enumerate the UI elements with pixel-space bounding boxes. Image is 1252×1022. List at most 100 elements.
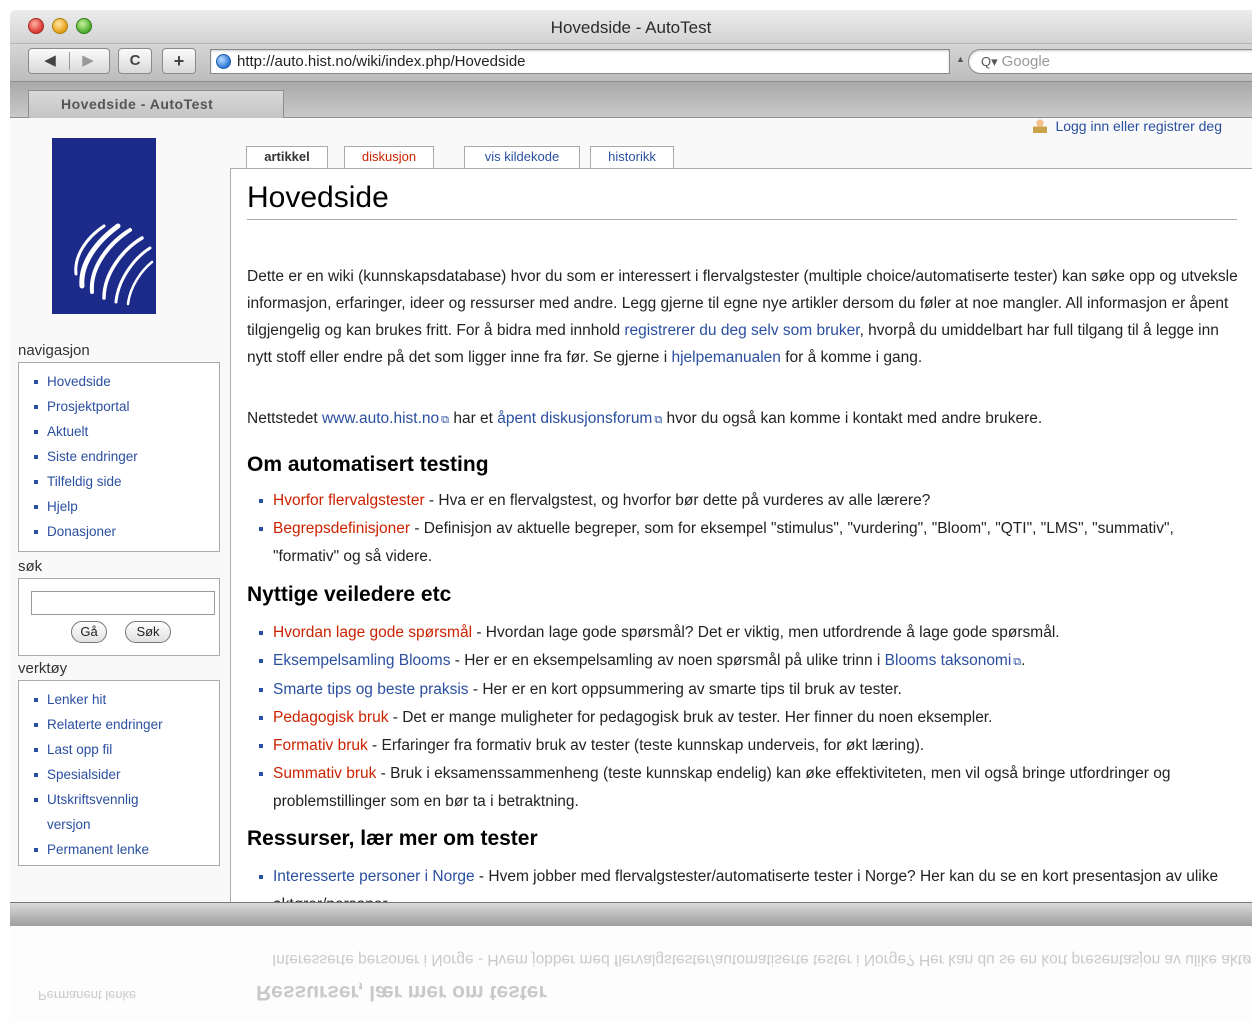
back-button[interactable]: ◀ bbox=[31, 49, 69, 73]
reflection-link: Interesserte personer i Norge bbox=[272, 951, 474, 968]
nav-heading: navigasjon bbox=[18, 342, 90, 359]
article-link[interactable]: Hvordan lage gode spørsmål bbox=[273, 624, 472, 641]
site-paragraph: Nettstedet www.auto.hist.no ⧉ har et åpen… bbox=[247, 405, 1247, 434]
list-item: Formativ bruk - Erfaringer fra formativ … bbox=[247, 732, 1237, 760]
wiki-page: Logg inn eller registrer deg navigasjon … bbox=[10, 118, 1252, 902]
tools-heading: verktøy bbox=[18, 660, 68, 677]
section2-list: Hvordan lage gode spørsmål - Hvordan lag… bbox=[247, 619, 1237, 816]
tab-strip: Hovedside - AutoTest bbox=[10, 82, 1252, 118]
address-bar[interactable]: http://auto.hist.no/wiki/index.php/Hoved… bbox=[210, 49, 950, 74]
article-link[interactable]: Pedagogisk bruk bbox=[273, 709, 388, 726]
nav-item-siste-endringer[interactable]: Siste endringer bbox=[33, 444, 219, 469]
window-title: Hovedside - AutoTest bbox=[550, 18, 712, 37]
search-button[interactable]: Søk bbox=[125, 621, 171, 643]
nav-item-hovedside[interactable]: Hovedside bbox=[33, 369, 219, 394]
help-manual-link[interactable]: hjelpemanualen bbox=[671, 349, 780, 366]
nav-portlet: Hovedside Prosjektportal Aktuelt Siste e… bbox=[18, 362, 220, 552]
external-link-icon: ⧉ bbox=[441, 414, 450, 426]
tools-item-utskriftsvennlig[interactable]: Utskriftsvennlig versjon bbox=[33, 787, 153, 837]
search-field[interactable]: Q▾ Google bbox=[968, 49, 1252, 74]
search-placeholder: Google bbox=[1001, 53, 1051, 70]
tab-article[interactable]: artikkel bbox=[246, 146, 328, 168]
address-bar-url: http://auto.hist.no/wiki/index.php/Hoved… bbox=[237, 53, 526, 70]
nav-item-donasjoner[interactable]: Donasjoner bbox=[33, 519, 219, 544]
tools-portlet: Lenker hit Relaterte endringer Last opp … bbox=[18, 680, 220, 866]
article-link[interactable]: Smarte tips og beste praksis bbox=[273, 681, 469, 698]
article-link[interactable]: Begrepsdefinisjoner bbox=[273, 520, 410, 537]
window-bottom-edge bbox=[10, 902, 1252, 926]
nav-item-hjelp[interactable]: Hjelp bbox=[33, 494, 219, 519]
list-item-text: - Her er en eksempelsamling av noen spør… bbox=[450, 652, 885, 669]
tab-view-source[interactable]: vis kildekode bbox=[464, 146, 580, 168]
page-title: Hovedside bbox=[247, 181, 1237, 220]
external-link-icon: ⧉ bbox=[1013, 656, 1022, 668]
globe-icon bbox=[216, 54, 231, 69]
list-item: Hvorfor flervalgstester - Hva er en fler… bbox=[247, 487, 1237, 515]
tab-history[interactable]: historikk bbox=[590, 146, 674, 168]
nav-item-prosjektportal[interactable]: Prosjektportal bbox=[33, 394, 219, 419]
article-link[interactable]: Formativ bruk bbox=[273, 737, 368, 754]
search-heading: søk bbox=[18, 558, 43, 575]
section3-list: Interesserte personer i Norge - Hvem job… bbox=[247, 863, 1237, 902]
reload-button[interactable]: C bbox=[118, 48, 152, 74]
list-item-text: - Hvordan lage gode spørsmål? Det er vik… bbox=[472, 624, 1060, 641]
browser-toolbar: ◀ ▶ C + http://auto.hist.no/wiki/index.ph… bbox=[10, 44, 1252, 82]
list-item-text: - Det er mange muligheter for pedagogisk… bbox=[388, 709, 993, 726]
article-link[interactable]: Hvorfor flervalgstester bbox=[273, 492, 425, 509]
login-link[interactable]: Logg inn eller registrer deg bbox=[1033, 118, 1222, 134]
forward-button[interactable]: ▶ bbox=[69, 49, 107, 73]
article-link[interactable]: Eksempelsamling Blooms bbox=[273, 652, 450, 669]
list-item-text: - Erfaringer fra formativ bruk av tester… bbox=[367, 737, 925, 754]
wiki-search-input[interactable] bbox=[31, 591, 215, 615]
forum-external-link[interactable]: åpent diskusjonsforum bbox=[497, 410, 652, 427]
nav-item-tilfeldig-side[interactable]: Tilfeldig side bbox=[33, 469, 219, 494]
logo-graphic bbox=[74, 223, 154, 306]
site-external-link[interactable]: www.auto.hist.no bbox=[322, 410, 439, 427]
search-portlet: Gå Søk bbox=[18, 578, 220, 656]
list-item-text: - Her er en kort oppsummering av smarte … bbox=[468, 681, 902, 698]
section-heading-automated-testing: Om automatisert testing bbox=[247, 453, 489, 476]
list-item: Hvordan lage gode spørsmål - Hvordan lag… bbox=[247, 619, 1237, 647]
reflection-text: - Hvem jobber med flervalgstester/automa… bbox=[477, 951, 1252, 968]
content-area: Hovedside Dette er en wiki (kunnskapsdat… bbox=[230, 168, 1252, 902]
section1-list: Hvorfor flervalgstester - Hva er en fler… bbox=[247, 487, 1237, 571]
article-link[interactable]: Interesserte personer i Norge bbox=[273, 868, 475, 885]
nav-item-aktuelt[interactable]: Aktuelt bbox=[33, 419, 219, 444]
tools-item-relaterte-endringer[interactable]: Relaterte endringer bbox=[33, 712, 219, 737]
list-item: Smarte tips og beste praksis - Her er en… bbox=[247, 676, 1237, 704]
blooms-taxonomy-link[interactable]: Blooms taksonomi bbox=[885, 652, 1012, 669]
reflection-heading: Ressurser, lær mer om tester bbox=[256, 981, 547, 1004]
list-item-text: - Bruk i eksamenssammenheng (teste kunns… bbox=[273, 765, 1171, 810]
intro-paragraph: Dette er en wiki (kunnskapsdatabase) hvo… bbox=[247, 263, 1247, 371]
list-item: Eksempelsamling Blooms - Her er en eksem… bbox=[247, 647, 1237, 676]
user-icon bbox=[1033, 119, 1048, 133]
list-item: Pedagogisk bruk - Det er mange mulighete… bbox=[247, 704, 1237, 732]
site-text-3: hvor du også kan komme i kontakt med and… bbox=[662, 410, 1043, 427]
site-text-2: har et bbox=[449, 410, 498, 427]
add-bookmark-button[interactable]: + bbox=[162, 48, 196, 74]
site-logo[interactable] bbox=[52, 138, 156, 314]
tab-discussion[interactable]: diskusjon bbox=[344, 146, 434, 168]
list-item: Begrepsdefinisjoner - Definisjon av aktu… bbox=[247, 515, 1237, 571]
list-item: Interesserte personer i Norge - Hvem job… bbox=[247, 863, 1237, 902]
section-heading-resources: Ressurser, lær mer om tester bbox=[247, 827, 538, 850]
go-button[interactable]: Gå bbox=[71, 621, 107, 643]
list-item: Summativ bruk - Bruk i eksamenssammenhen… bbox=[247, 760, 1237, 816]
window-reflection: Ressurser, lær mer om tester Interessert… bbox=[10, 926, 1252, 1022]
window-titlebar: Hovedside - AutoTest bbox=[10, 10, 1252, 44]
snapback-icon[interactable]: ▲ bbox=[956, 54, 965, 64]
reflection-line: Interesserte personer i Norge - Hvem job… bbox=[272, 950, 1252, 968]
list-item-text: - Hva er en flervalgstest, og hvorfor bø… bbox=[424, 492, 931, 509]
tools-item-last-opp-fil[interactable]: Last opp fil bbox=[33, 737, 219, 762]
list-item-text: . bbox=[1021, 652, 1026, 669]
intro-text-3: for å komme i gang. bbox=[780, 349, 923, 366]
tools-item-permanent-lenke[interactable]: Permanent lenke bbox=[33, 837, 219, 862]
search-icon: Q▾ bbox=[981, 54, 998, 69]
tools-item-lenker-hit[interactable]: Lenker hit bbox=[33, 687, 219, 712]
article-link[interactable]: Summativ bruk bbox=[273, 765, 376, 782]
tools-item-spesialsider[interactable]: Spesialsider bbox=[33, 762, 219, 787]
section-heading-guides: Nyttige veiledere etc bbox=[247, 583, 452, 606]
register-link[interactable]: registrerer du deg selv som bruker bbox=[624, 322, 859, 339]
browser-tab[interactable]: Hovedside - AutoTest bbox=[28, 90, 284, 118]
login-link-label: Logg inn eller registrer deg bbox=[1055, 118, 1222, 134]
